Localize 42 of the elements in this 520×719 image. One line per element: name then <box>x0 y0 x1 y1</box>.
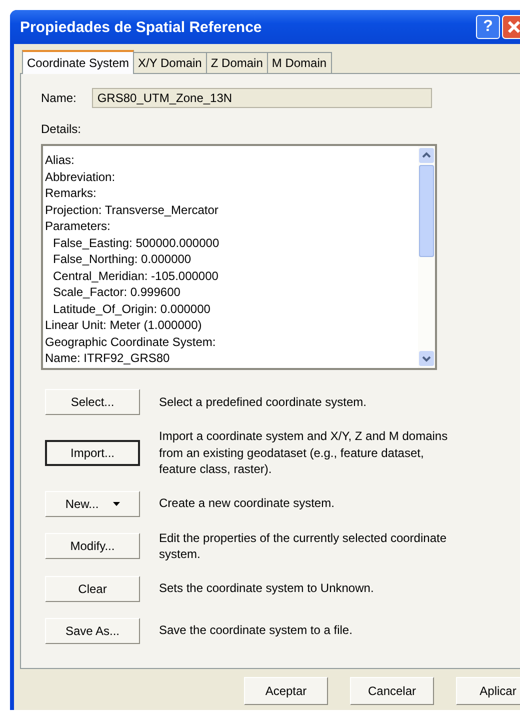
action-description: Sets the coordinate system to Unknown. <box>159 580 375 597</box>
details-line: Abbreviation: <box>45 168 116 185</box>
details-line: Alias: <box>45 152 76 168</box>
action-button[interactable]: Save As... <box>45 618 140 644</box>
window-title: Propiedades de Spatial Reference <box>19 18 262 36</box>
caret-icon <box>112 502 120 506</box>
details-line: Geographic Coordinate System: <box>45 334 217 350</box>
close-icon[interactable] <box>502 15 520 39</box>
dialog-button[interactable]: Aceptar <box>244 677 328 705</box>
action-description: Edit the properties of the currently selected coordinate system. <box>159 530 448 562</box>
name-field[interactable]: GRS80_UTM_Zone_13N <box>92 88 432 108</box>
details-line: Scale_Factor: 0.999600 <box>52 284 182 300</box>
action-button[interactable]: Clear <box>45 576 140 602</box>
details-line: Remarks: <box>45 185 98 202</box>
action-description: Import a coordinate system and X/Y, Z and M domains from an existing geodataset (e.g., feature dataset, feature class, raster). <box>159 428 449 478</box>
scroll-thumb[interactable] <box>419 165 434 257</box>
scroll-down-icon[interactable] <box>419 351 434 366</box>
action-description: Select a predefined coordinate system. <box>159 394 368 410</box>
details-line: Latitude_Of_Origin: 0.000000 <box>52 300 212 317</box>
name-label: Name: <box>41 91 76 105</box>
scrollbar[interactable] <box>418 146 435 368</box>
action-button[interactable]: Import... <box>45 440 140 466</box>
action-button[interactable]: Select... <box>45 389 140 415</box>
tab[interactable]: M Domain <box>266 52 332 73</box>
details-line: Name: ITRF92_GRS80 <box>45 350 171 366</box>
action-button[interactable]: Modify... <box>45 533 140 559</box>
details-label: Details: <box>41 122 82 136</box>
details-line: Central_Meridian: -105.000000 <box>52 268 220 284</box>
action-description: Create a new coordinate system. <box>159 495 336 512</box>
dialog-button[interactable]: Cancelar <box>350 677 434 705</box>
details-line: False_Northing: 0.000000 <box>52 251 192 268</box>
details-line: Linear Unit: Meter (1.000000) <box>45 317 203 334</box>
details-line: Parameters: <box>45 218 112 234</box>
action-description: Save the coordinate system to a file. <box>159 622 354 639</box>
action-button[interactable]: New... <box>45 490 140 516</box>
tab[interactable]: Coordinate System <box>22 50 134 74</box>
details-line: False_Easting: 500000.000000 <box>52 234 220 251</box>
help-button[interactable]: ? <box>476 15 500 39</box>
dialog-button[interactable]: Aplicar <box>456 677 520 705</box>
scroll-up-icon[interactable] <box>419 148 434 163</box>
details-line: Projection: Transverse_Mercator <box>45 202 220 218</box>
details-text-box[interactable] <box>41 144 437 370</box>
